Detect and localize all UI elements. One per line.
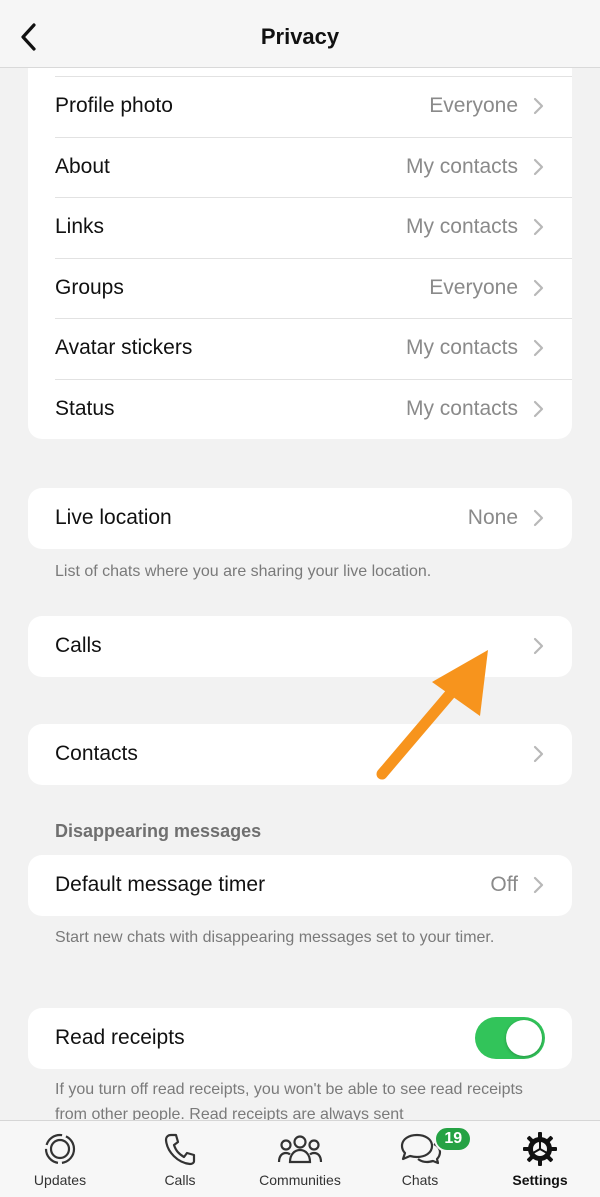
row-value: My contacts — [405, 336, 518, 360]
row-value: None — [467, 506, 518, 530]
unread-badge: 19 — [434, 1126, 473, 1152]
row-live-location[interactable]: Live location None — [28, 488, 572, 549]
row-calls[interactable]: Calls — [28, 616, 572, 677]
read-receipts-card: Read receipts — [28, 1008, 572, 1069]
row-label: Calls — [55, 634, 102, 658]
updates-icon — [42, 1131, 78, 1167]
contacts-card: Contacts — [28, 724, 572, 785]
row-label: Default message timer — [55, 873, 266, 897]
tab-label: Chats — [401, 1172, 439, 1188]
row-label: About — [55, 154, 110, 178]
disappearing-card: Default message timer Off — [28, 855, 572, 916]
chevron-right-icon — [533, 340, 544, 357]
nav-header: Privacy — [0, 0, 600, 68]
row-label: Live location — [55, 506, 172, 530]
chevron-right-icon — [533, 877, 544, 894]
read-receipts-toggle[interactable] — [475, 1017, 545, 1060]
tab-label: Communities — [259, 1172, 341, 1188]
tab-bar: Updates Calls Communities 19 Chats Setti… — [0, 1120, 600, 1197]
row-label: Avatar stickers — [55, 336, 193, 360]
tab-communities[interactable]: Communities — [240, 1121, 360, 1197]
chevron-right-icon — [533, 510, 544, 527]
row-label: Read receipts — [55, 1026, 185, 1050]
row-value: My contacts — [405, 154, 518, 178]
row-links[interactable]: Links My contacts — [28, 197, 572, 258]
chevron-right-icon — [533, 158, 544, 175]
chevron-right-icon — [533, 98, 544, 115]
tab-chats[interactable]: 19 Chats — [360, 1121, 480, 1197]
tab-settings[interactable]: Settings — [480, 1121, 600, 1197]
tab-updates[interactable]: Updates — [0, 1121, 120, 1197]
communities-icon — [277, 1131, 323, 1167]
gear-icon — [522, 1131, 558, 1167]
tab-label: Settings — [512, 1172, 568, 1188]
chevron-right-icon — [533, 400, 544, 417]
row-label: Links — [55, 215, 105, 239]
calls-card: Calls — [28, 616, 572, 677]
row-contacts[interactable]: Contacts — [28, 724, 572, 785]
disappearing-note: Start new chats with disappearing messag… — [55, 929, 495, 946]
row-label: Groups — [55, 275, 124, 299]
tab-label: Updates — [33, 1172, 87, 1188]
row-profile-photo[interactable]: Profile photo Everyone — [28, 76, 572, 137]
row-status[interactable]: Status My contacts — [28, 378, 572, 440]
chevron-right-icon — [533, 279, 544, 296]
row-groups[interactable]: Groups Everyone — [28, 257, 572, 319]
visibility-card: Profile photo Everyone About My contacts… — [28, 68, 572, 439]
row-value: My contacts — [405, 396, 518, 420]
disappearing-heading: Disappearing messages — [55, 821, 262, 841]
settings-scroll-area[interactable]: Profile photo Everyone About My contacts… — [0, 68, 600, 1120]
tab-label: Calls — [164, 1172, 196, 1188]
row-label: Profile photo — [55, 94, 173, 118]
row-value: Off — [490, 873, 518, 897]
chevron-right-icon — [533, 219, 544, 236]
page-title: Privacy — [260, 24, 340, 49]
row-label: Contacts — [55, 742, 138, 766]
row-value: Everyone — [429, 275, 518, 299]
row-value: My contacts — [405, 215, 518, 239]
row-avatar-stickers[interactable]: Avatar stickers My contacts — [28, 318, 572, 379]
tab-calls[interactable]: Calls — [120, 1121, 240, 1197]
row-label: Status — [55, 396, 115, 420]
chevron-right-icon — [533, 638, 544, 655]
row-value: Everyone — [429, 94, 518, 118]
row-default-message-timer[interactable]: Default message timer Off — [28, 855, 572, 916]
read-receipts-note: If you turn off read receipts, you won't… — [55, 1081, 523, 1120]
phone-icon — [162, 1131, 198, 1167]
row-about[interactable]: About My contacts — [28, 136, 572, 198]
live-location-card: Live location None — [28, 488, 572, 549]
live-location-note: List of chats where you are sharing your… — [55, 563, 432, 580]
row-hidden-top — [28, 68, 572, 76]
chevron-right-icon — [533, 746, 544, 763]
row-read-receipts: Read receipts — [28, 1008, 572, 1069]
